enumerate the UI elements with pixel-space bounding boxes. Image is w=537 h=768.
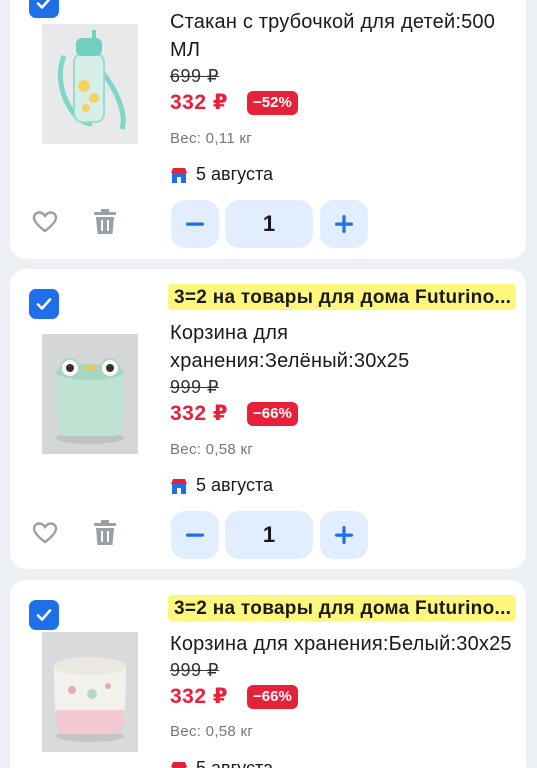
delivery-date: 5 августа bbox=[196, 758, 274, 768]
delete-button[interactable] bbox=[90, 518, 120, 548]
store-icon bbox=[171, 478, 187, 494]
item-checkbox[interactable] bbox=[29, 600, 59, 630]
delivery-date: 5 августа bbox=[196, 164, 274, 184]
product-image[interactable] bbox=[42, 334, 138, 454]
store-icon bbox=[171, 761, 187, 768]
product-title[interactable]: Стакан с трубочкой для детей:500 МЛ bbox=[170, 8, 520, 64]
old-price: 999 ₽ bbox=[170, 377, 219, 397]
product-title[interactable]: Корзина для хранения:Белый:30х25 bbox=[170, 630, 520, 658]
delivery-info: 5 августа bbox=[170, 164, 273, 185]
discount-badge: −66% bbox=[247, 402, 298, 426]
product-image[interactable] bbox=[42, 24, 138, 144]
weight-label: Вес: 0,11 кг bbox=[170, 130, 253, 147]
delete-button[interactable] bbox=[90, 207, 120, 237]
weight-label: Вес: 0,58 кг bbox=[170, 723, 254, 740]
promo-banner[interactable]: 3=2 на товары для дома Futurino... bbox=[168, 595, 516, 621]
weight-label: Вес: 0,58 кг bbox=[170, 441, 254, 458]
favorite-button[interactable] bbox=[30, 207, 60, 237]
check-icon bbox=[36, 609, 52, 621]
decrease-button[interactable] bbox=[171, 200, 219, 248]
promo-banner[interactable]: 3=2 на товары для дома Futurino... bbox=[168, 284, 516, 310]
heart-icon bbox=[32, 522, 58, 544]
favorite-button[interactable] bbox=[30, 518, 60, 548]
quantity-value[interactable]: 1 bbox=[225, 200, 313, 248]
trash-icon bbox=[94, 209, 116, 234]
discount-badge: −52% bbox=[247, 91, 298, 115]
delivery-info: 5 августа bbox=[170, 758, 273, 768]
product-title[interactable]: Корзина для хранения:Зелёный:30х25 bbox=[170, 319, 430, 375]
quantity-value[interactable]: 1 bbox=[225, 511, 313, 559]
price: 332 ₽ bbox=[170, 91, 228, 114]
decrease-button[interactable] bbox=[171, 511, 219, 559]
check-icon bbox=[36, 0, 51, 9]
delivery-info: 5 августа bbox=[170, 475, 273, 496]
plus-icon bbox=[335, 526, 353, 544]
minus-icon bbox=[186, 222, 204, 226]
store-icon bbox=[171, 167, 187, 183]
product-image[interactable] bbox=[42, 632, 138, 752]
increase-button[interactable] bbox=[320, 511, 368, 559]
item-checkbox[interactable] bbox=[29, 0, 59, 18]
check-icon bbox=[36, 298, 52, 310]
delivery-date: 5 августа bbox=[196, 475, 274, 495]
price: 332 ₽ bbox=[170, 685, 228, 708]
price: 332 ₽ bbox=[170, 402, 228, 425]
cart-item-card: 3=2 на товары для дома Futurino... Корзи… bbox=[10, 580, 526, 768]
old-price: 999 ₽ bbox=[170, 660, 219, 680]
plus-icon bbox=[335, 215, 353, 233]
item-checkbox[interactable] bbox=[29, 289, 59, 319]
discount-badge: −66% bbox=[247, 685, 298, 709]
minus-icon bbox=[186, 533, 204, 537]
trash-icon bbox=[94, 520, 116, 545]
cart-item-card: Стакан с трубочкой для детей:500 МЛ 699 … bbox=[10, 0, 526, 259]
increase-button[interactable] bbox=[320, 200, 368, 248]
old-price: 699 ₽ bbox=[170, 66, 219, 86]
heart-icon bbox=[32, 211, 58, 233]
cart-item-card: 3=2 на товары для дома Futurino... Корзи… bbox=[10, 269, 526, 569]
